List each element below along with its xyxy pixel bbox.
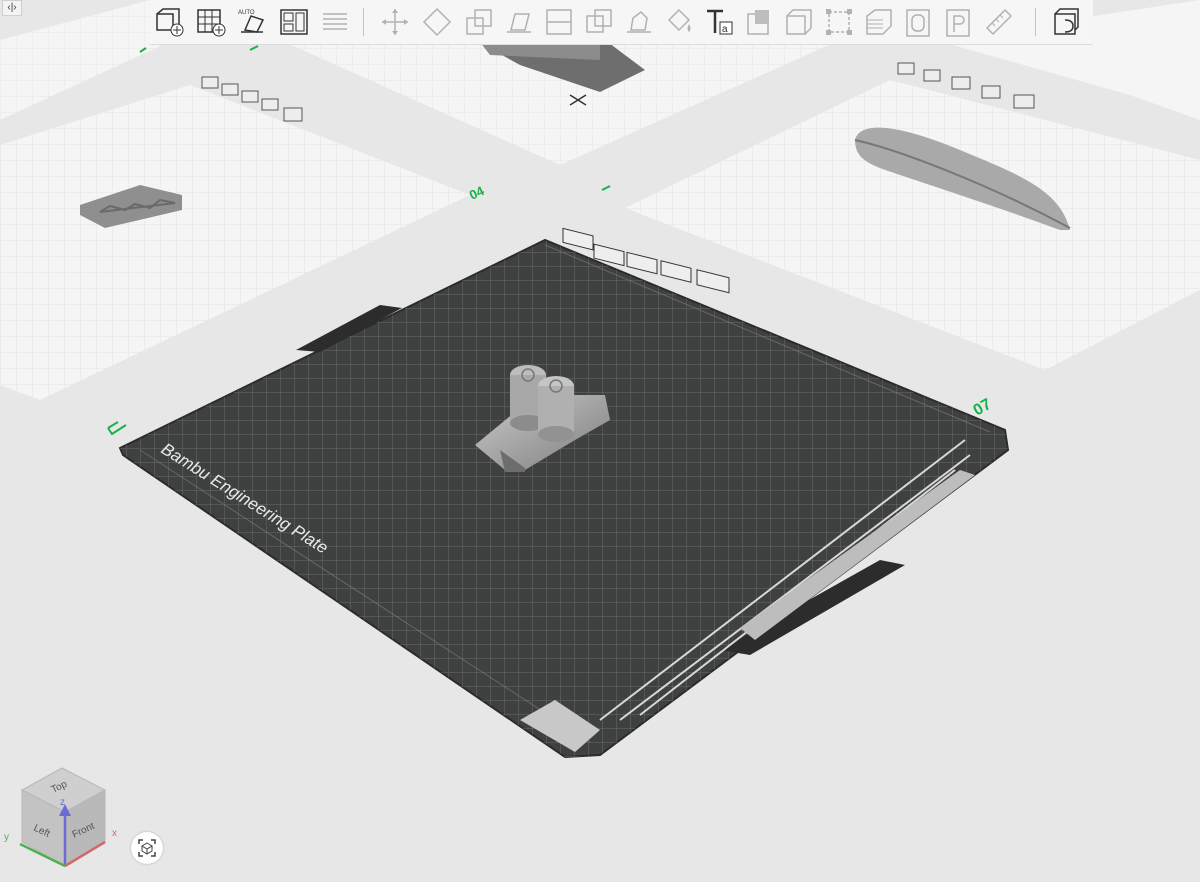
toolbar-separator [1035, 8, 1036, 36]
axis-x-label: x [112, 828, 117, 839]
assembly-icon[interactable] [822, 4, 856, 40]
3d-viewport[interactable]: 04 Bambu Engineering Plate 07 Top Left F… [0, 0, 1200, 877]
outline-p-icon[interactable] [942, 4, 976, 40]
cut-icon[interactable] [542, 4, 576, 40]
svg-text:a: a [722, 24, 728, 35]
toolbar-separator [363, 8, 364, 36]
main-toolbar: AUTO a [150, 0, 1093, 45]
fit-view-icon [138, 839, 156, 857]
split-layers-icon[interactable] [318, 4, 352, 40]
rotate-icon[interactable] [420, 4, 454, 40]
svg-text:AUTO: AUTO [238, 10, 255, 16]
navigation-cube[interactable]: Top Left Front z x y [4, 767, 117, 868]
slice-view-icon[interactable] [1050, 4, 1084, 40]
ruler-icon[interactable] [982, 4, 1016, 40]
fit-view-button[interactable] [131, 832, 163, 864]
add-plate-icon[interactable] [194, 4, 228, 40]
plate-status-check-icon [107, 421, 127, 436]
outline-o-icon[interactable] [902, 4, 936, 40]
auto-orient-icon[interactable]: AUTO [236, 4, 270, 40]
add-object-icon[interactable] [152, 4, 186, 40]
text-icon[interactable]: a [702, 4, 736, 40]
boolean-icon[interactable] [582, 4, 616, 40]
move-icon[interactable] [378, 4, 412, 40]
plate-number-left: 04 [467, 183, 487, 203]
color-paint-icon[interactable] [662, 4, 696, 40]
layers-icon[interactable] [862, 4, 896, 40]
axis-z-label: z [60, 797, 65, 808]
support-paint-icon[interactable] [622, 4, 656, 40]
emboss-icon[interactable] [742, 4, 776, 40]
measure-box-icon[interactable] [782, 4, 816, 40]
plate-object-list-icon[interactable] [660, 260, 692, 283]
plate-number-main: 07 [971, 396, 995, 420]
plate-auto-arrange-icon[interactable] [696, 269, 730, 294]
scale-icon[interactable] [462, 4, 496, 40]
axis-y-label: y [4, 832, 9, 843]
lay-on-face-icon[interactable] [502, 4, 536, 40]
panel-collapse-button[interactable]: ‹|› [2, 0, 22, 16]
plate-settings-icon[interactable] [626, 251, 658, 275]
arrange-icon[interactable] [277, 4, 311, 40]
